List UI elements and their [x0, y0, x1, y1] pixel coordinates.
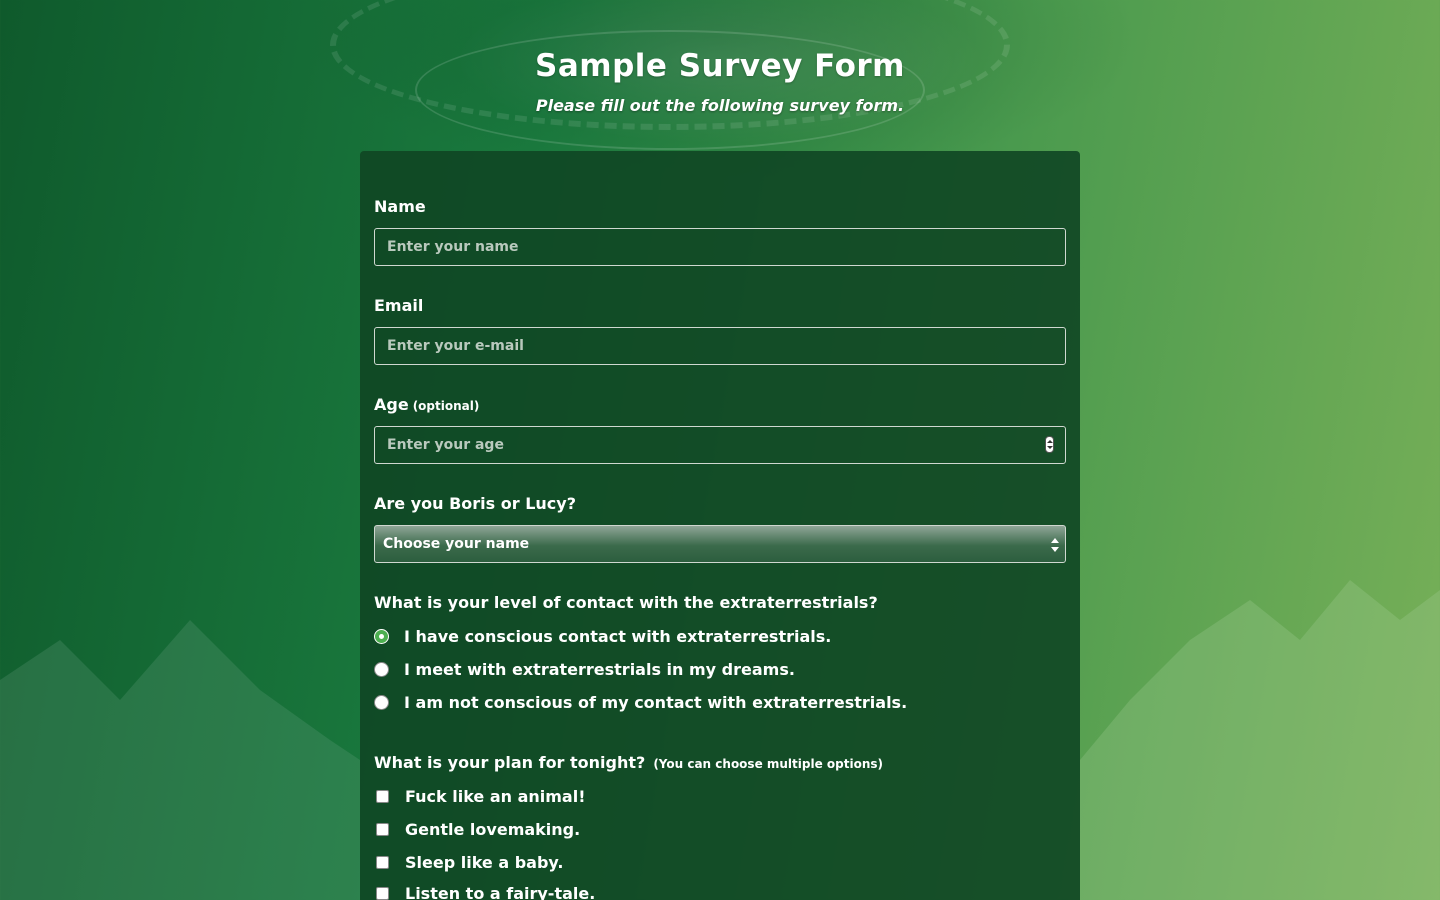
- identity-label: Are you Boris or Lucy?: [374, 494, 576, 513]
- contact-question-label: What is your level of contact with the e…: [374, 593, 878, 612]
- radio-button-checked[interactable]: [374, 628, 389, 644]
- plans-option-label: Gentle lovemaking.: [405, 819, 581, 839]
- contact-option-label: I am not conscious of my contact with ex…: [404, 692, 908, 712]
- age-input-wrapper: [374, 426, 1066, 464]
- plans-option-sleep[interactable]: Sleep like a baby.: [374, 851, 563, 873]
- contact-option-conscious[interactable]: I have conscious contact with extraterre…: [374, 625, 831, 647]
- page-subtitle: Please fill out the following survey for…: [535, 96, 905, 115]
- age-stepper-icon[interactable]: [1045, 436, 1054, 453]
- page-title: Sample Survey Form: [535, 48, 905, 84]
- name-label: Name: [374, 197, 426, 216]
- identity-select-value: Choose your name: [383, 536, 530, 552]
- plans-question-label-group: What is your plan for tonight? (You can c…: [374, 753, 883, 772]
- radio-button[interactable]: [374, 694, 389, 710]
- plans-option-gentle[interactable]: Gentle lovemaking.: [374, 818, 580, 840]
- contact-option-label: I have conscious contact with extraterre…: [404, 626, 832, 646]
- name-input[interactable]: [374, 228, 1066, 266]
- plans-option-label: Fuck like an animal!: [405, 786, 586, 806]
- plans-question-label: What is your plan for tonight?: [374, 753, 646, 772]
- age-label-group: Age (optional): [374, 395, 479, 414]
- identity-select[interactable]: Choose your name: [374, 525, 1066, 563]
- survey-form: Name Email Age(optional) Are you Boris o…: [360, 151, 1080, 900]
- checkbox[interactable]: [376, 855, 389, 869]
- age-label: Age: [374, 395, 409, 414]
- age-input[interactable]: [374, 426, 1066, 464]
- contact-option-not-conscious[interactable]: I am not conscious of my contact with ex…: [374, 691, 907, 713]
- plans-option-label: Listen to a fairy-tale.: [405, 883, 596, 900]
- plans-option-label: Sleep like a baby.: [405, 852, 564, 872]
- checkbox[interactable]: [376, 822, 389, 836]
- plans-multiple-hint: (You can choose multiple options): [653, 757, 884, 771]
- email-input[interactable]: [374, 327, 1066, 365]
- radio-button[interactable]: [374, 661, 389, 677]
- contact-option-dreams[interactable]: I meet with extraterrestrials in my drea…: [374, 658, 795, 680]
- select-arrows-icon: [1051, 537, 1059, 553]
- checkbox[interactable]: [376, 886, 389, 900]
- contact-option-label: I meet with extraterrestrials in my drea…: [404, 659, 795, 679]
- plans-option-animal[interactable]: Fuck like an animal!: [374, 785, 586, 807]
- page-header: Sample Survey Form Please fill out the f…: [0, 48, 1440, 115]
- plans-option-fairy-tale[interactable]: Listen to a fairy-tale.: [374, 882, 595, 900]
- checkbox[interactable]: [376, 789, 389, 803]
- age-optional-hint: (optional): [412, 399, 480, 413]
- email-label: Email: [374, 296, 424, 315]
